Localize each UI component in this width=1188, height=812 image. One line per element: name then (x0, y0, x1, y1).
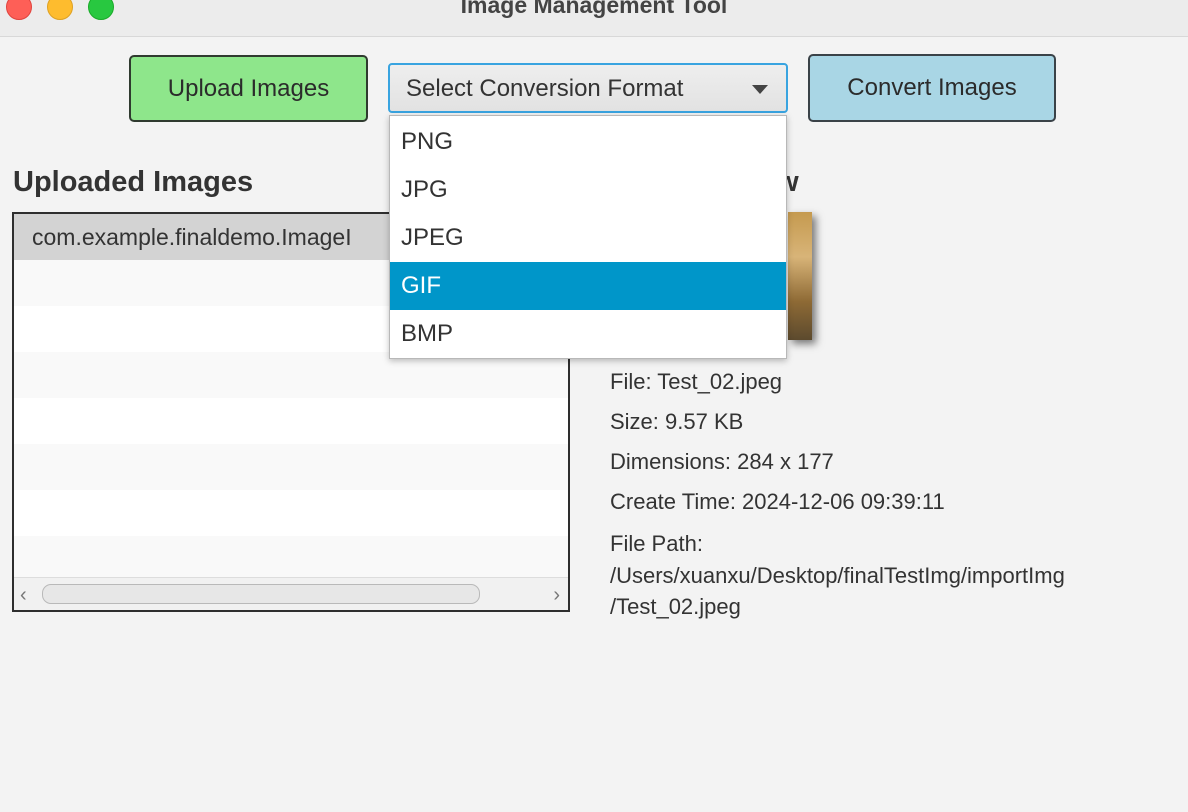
conversion-format-menu: PNG JPG JPEG GIF BMP (389, 115, 787, 359)
file-size-info: Size: 9.57 KB (610, 409, 744, 434)
title-bar: Image Management Tool (0, 0, 1188, 37)
dimensions-info: Dimensions: 284 x 177 (610, 449, 834, 474)
conversion-format-select-label: Select Conversion Format (406, 75, 684, 102)
uploaded-images-heading: Uploaded Images (13, 166, 254, 198)
scroll-left-icon[interactable]: ‹ (20, 584, 27, 607)
horizontal-scrollbar[interactable]: ‹ › (14, 577, 568, 610)
empty-list-row (14, 444, 568, 490)
file-path-label: File Path: (610, 531, 703, 556)
format-option-jpeg[interactable]: JPEG (390, 214, 786, 262)
scroll-right-icon[interactable]: › (553, 584, 560, 607)
format-option-gif[interactable]: GIF (390, 262, 786, 310)
scrollbar-thumb[interactable] (42, 584, 480, 604)
format-option-jpg[interactable]: JPG (390, 166, 786, 214)
format-option-bmp[interactable]: BMP (390, 310, 786, 358)
file-path-value-line1: /Users/xuanxu/Desktop/finalTestImg/impor… (610, 563, 1065, 588)
file-name-info: File: Test_02.jpeg (610, 369, 783, 394)
chevron-down-icon (752, 85, 768, 94)
list-item-label: com.example.finaldemo.ImageI (32, 224, 352, 250)
convert-images-button[interactable]: Convert Images (808, 54, 1056, 122)
window-title: Image Management Tool (460, 0, 728, 18)
empty-list-row (14, 490, 568, 536)
format-option-png[interactable]: PNG (390, 118, 786, 166)
conversion-format-select[interactable]: Select Conversion Format (388, 63, 788, 113)
file-path-value-line2: /Test_02.jpeg (610, 594, 741, 619)
image-preview-thumbnail (788, 212, 812, 340)
empty-list-row (14, 398, 568, 444)
empty-list-row (14, 536, 568, 582)
create-time-info: Create Time: 2024-12-06 09:39:11 (610, 489, 945, 514)
upload-images-button[interactable]: Upload Images (129, 55, 368, 122)
